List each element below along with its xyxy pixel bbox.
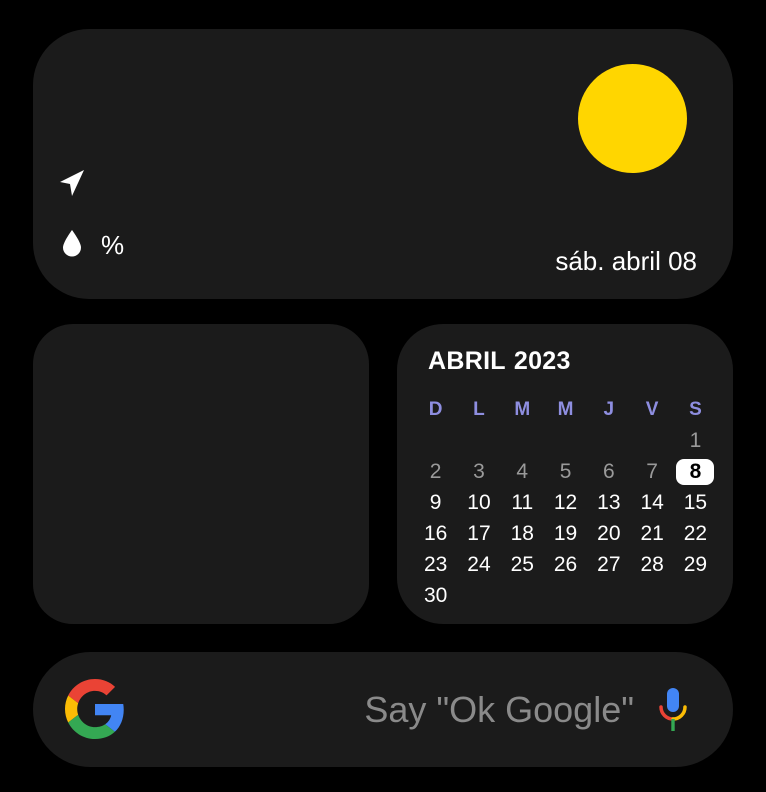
weather-date: sáb. abril 08	[555, 246, 697, 276]
calendar-day-number: 27	[597, 553, 621, 576]
calendar-month: ABRIL	[428, 347, 506, 375]
weather-widget[interactable]: % sáb. abril 08	[33, 29, 733, 299]
calendar-day[interactable]: 18	[501, 518, 544, 549]
calendar-day-number: 10	[467, 491, 491, 514]
calendar-day-number: 26	[553, 553, 578, 576]
calendar-day-number: 28	[640, 553, 664, 576]
calendar-day[interactable]: 17	[457, 518, 500, 549]
microphone-icon[interactable]	[657, 687, 689, 733]
calendar-day-number: 11	[511, 491, 534, 514]
calendar-blank	[630, 425, 673, 456]
calendar-day[interactable]: 11	[501, 487, 544, 518]
calendar-day[interactable]: 9	[414, 487, 457, 518]
calendar-blank	[414, 425, 457, 456]
calendar-day[interactable]: 13	[587, 487, 630, 518]
calendar-day[interactable]: 26	[544, 549, 587, 580]
calendar-day[interactable]: 23	[414, 549, 457, 580]
sun-icon	[578, 64, 687, 173]
weekday-header: D	[428, 399, 443, 420]
calendar-blank	[544, 425, 587, 456]
calendar-day[interactable]: 28	[630, 549, 673, 580]
calendar-day-number: 24	[467, 553, 491, 576]
calendar-day[interactable]: 6	[587, 456, 630, 487]
calendar-day-number: 18	[510, 522, 534, 545]
google-search-bar[interactable]: Say "Ok Google"	[33, 652, 733, 767]
calendar-title: ABRIL 2023	[428, 346, 571, 376]
calendar-day-number: 1	[689, 429, 702, 452]
calendar-day[interactable]: 25	[501, 549, 544, 580]
calendar-day-number: 12	[553, 491, 578, 514]
calendar-day[interactable]: 5	[544, 456, 587, 487]
empty-widget[interactable]	[33, 324, 369, 624]
calendar-day[interactable]: 29	[674, 549, 717, 580]
calendar-day-number: 23	[423, 553, 448, 576]
calendar-day-number: 13	[597, 491, 621, 514]
home-screen: % sáb. abril 08 ABRIL 2023 DLMMJVS1234567…	[0, 0, 766, 792]
search-hint[interactable]: Say "Ok Google"	[364, 688, 634, 732]
calendar-day[interactable]: 7	[630, 456, 673, 487]
water-drop-icon	[63, 230, 81, 257]
calendar-day-number: 17	[467, 522, 491, 545]
weekday-header: M	[514, 399, 531, 420]
weekday-header: M	[557, 399, 574, 420]
calendar-day[interactable]: 20	[587, 518, 630, 549]
humidity-value: %	[101, 230, 125, 260]
calendar-day-number: 19	[553, 522, 578, 545]
calendar-day[interactable]: 16	[414, 518, 457, 549]
calendar-day[interactable]: 4	[501, 456, 544, 487]
calendar-day-number: 25	[510, 553, 534, 576]
calendar-day-number: 8	[676, 459, 715, 485]
weekday-header: J	[603, 399, 615, 420]
calendar-day[interactable]: 2	[414, 456, 457, 487]
calendar-day-today[interactable]: 8	[674, 456, 717, 487]
calendar-day-number: 5	[559, 460, 572, 483]
calendar-blank	[587, 425, 630, 456]
calendar-blank	[501, 425, 544, 456]
calendar-day[interactable]: 12	[544, 487, 587, 518]
calendar-day[interactable]: 10	[457, 487, 500, 518]
calendar-blank	[457, 425, 500, 456]
calendar-day-number: 9	[429, 491, 442, 514]
calendar-day-number: 15	[683, 491, 708, 514]
calendar-day-number: 20	[597, 522, 621, 545]
calendar-day[interactable]: 14	[630, 487, 673, 518]
calendar-day[interactable]: 1	[674, 425, 717, 456]
calendar-day[interactable]: 21	[630, 518, 673, 549]
calendar-day-number: 14	[640, 491, 664, 514]
weekday-header: V	[645, 399, 659, 420]
calendar-day-number: 6	[602, 460, 615, 483]
calendar-day[interactable]: 22	[674, 518, 717, 549]
calendar-day[interactable]: 3	[457, 456, 500, 487]
google-logo-icon[interactable]	[65, 679, 125, 739]
calendar-day-number: 2	[429, 460, 442, 483]
calendar-day[interactable]: 24	[457, 549, 500, 580]
calendar-day-number: 21	[640, 522, 664, 545]
calendar-widget[interactable]: ABRIL 2023 D L M M J V S 1 2 3 4 5 6 7 8 9 10 11 12 13 14 15 16…	[397, 324, 733, 624]
calendar-day[interactable]: 15	[674, 487, 717, 518]
calendar-day[interactable]: 19	[544, 518, 587, 549]
navigation-arrow-icon	[60, 170, 84, 196]
calendar-day-number: 7	[646, 460, 658, 483]
calendar-day[interactable]: 30	[414, 580, 457, 611]
calendar-day-number: 16	[423, 522, 448, 545]
calendar-grid: D L M M J V S 1 2 3 4 5 6 7 8 9 10 11 12 13 14 15 16 17 18 19 20 21…	[414, 394, 717, 611]
weekday-header: S	[689, 399, 702, 420]
calendar-day-number: 29	[683, 553, 708, 576]
calendar-day-number: 22	[683, 522, 708, 545]
calendar-day-number: 30	[423, 584, 448, 607]
calendar-day-number: 4	[516, 460, 529, 483]
calendar-year: 2023	[513, 347, 571, 375]
weekday-header: L	[473, 399, 485, 420]
calendar-day-number: 3	[473, 460, 485, 483]
calendar-day[interactable]: 27	[587, 549, 630, 580]
